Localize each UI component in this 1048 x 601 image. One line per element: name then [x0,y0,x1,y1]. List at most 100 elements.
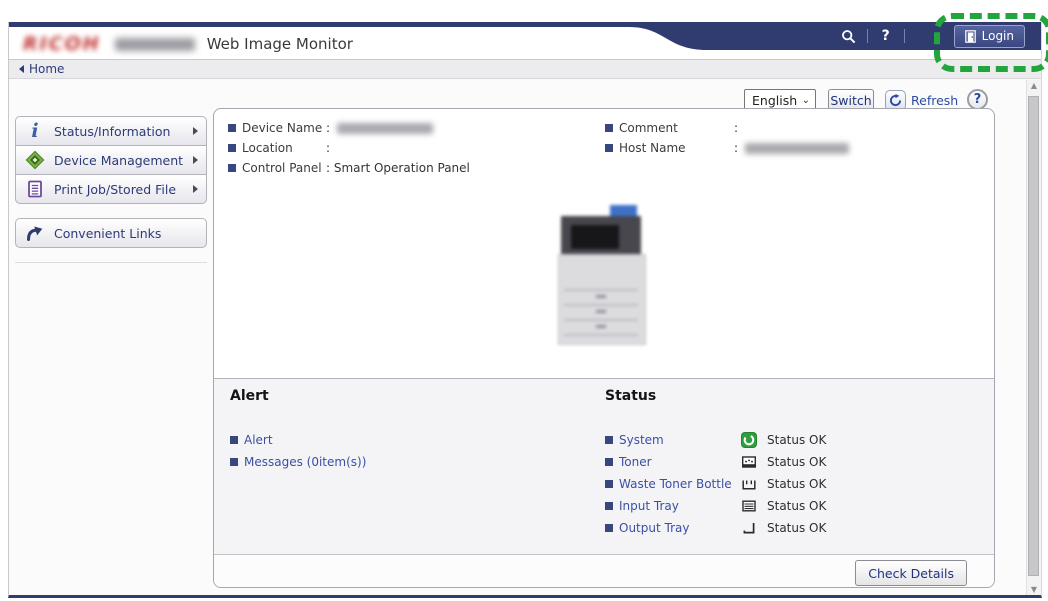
square-bullet-icon [228,144,236,152]
chevron-right-icon [193,127,198,135]
sidebar-item-device-management[interactable]: Device Management [15,145,207,175]
sidebar-menu: i Status/Information Device Management P… [15,116,207,204]
printer-photo [558,201,646,345]
sidebar-item-convenient-links[interactable]: Convenient Links [15,218,207,248]
input-tray-icon [741,498,757,514]
ricoh-logo: RICOH [23,33,101,55]
check-details-button[interactable]: Check Details [855,560,967,586]
login-button[interactable]: Login [954,25,1025,48]
location-row: Location [228,139,293,157]
toner-link[interactable]: Toner [605,453,652,471]
vertical-scrollbar[interactable]: ▲ ▼ [1026,80,1041,595]
app-frame: RICOH Web Image Monitor ? Login Home [8,22,1042,598]
square-bullet-icon [605,436,613,444]
output-tray-link[interactable]: Output Tray [605,519,689,537]
comment-row: Comment [605,119,678,137]
redacted-value-blur [337,123,433,134]
comment-label: Comment [619,121,678,135]
breadcrumb-home-link[interactable]: Home [29,62,64,76]
square-bullet-icon [605,144,613,152]
control-panel-row: Control Panel [228,159,322,177]
toner-link-label: Toner [619,455,652,469]
waste-toner-bottle-icon [741,476,757,492]
status-section-title: Status [605,388,656,404]
input-tray-link[interactable]: Input Tray [605,497,679,515]
web-image-monitor-page: RICOH Web Image Monitor ? Login Home [0,0,1048,601]
login-label: Login [982,29,1014,43]
waste-toner-bottle-link[interactable]: Waste Toner Bottle [605,475,732,493]
system-status-value: Status OK [767,432,826,448]
location-label: Location [242,141,293,155]
printer-panel [571,225,619,249]
chevron-down-icon: ⌄ [802,95,810,106]
square-bullet-icon [228,164,236,172]
square-bullet-icon [605,502,613,510]
sidebar-divider [15,262,207,263]
separator [904,29,905,43]
breadcrumb: Home [9,59,1041,79]
content-area: English ⌄ Switch Refresh ? i Status/Info… [9,79,1041,595]
messages-link[interactable]: Messages (0item(s)) [230,453,366,471]
sidebar-item-label: Status/Information [54,124,170,139]
square-bullet-icon [230,458,238,466]
location-value: : [326,139,330,157]
refresh-label: Refresh [911,93,958,108]
host-name-row: Host Name [605,139,686,157]
input-tray-status-value: Status OK [767,498,826,514]
messages-link-label: Messages (0item(s)) [244,455,366,469]
header-help-icon[interactable]: ? [877,27,895,45]
square-bullet-icon [605,480,613,488]
square-bullet-icon [605,124,613,132]
printer-tray-line [564,319,638,321]
scroll-down-arrow-icon[interactable]: ▼ [1027,585,1041,594]
app-title: Web Image Monitor [207,35,353,53]
sidebar-item-label: Print Job/Stored File [54,182,176,197]
info-icon: i [25,121,45,141]
convenient-links-icon [25,223,45,243]
input-tray-link-label: Input Tray [619,499,679,513]
printer-tray-line [564,334,638,336]
host-name-label: Host Name [619,141,686,155]
output-tray-status-value: Status OK [767,520,826,536]
square-bullet-icon [230,436,238,444]
panel-footer: Check Details [214,554,994,587]
alert-section-title: Alert [230,388,269,404]
header-swoosh-shape [629,22,769,50]
redacted-value-blur [745,143,849,154]
logo-area: RICOH Web Image Monitor [23,33,353,55]
printer-tray-line [564,289,638,291]
door-icon [965,30,976,43]
output-tray-link-label: Output Tray [619,521,689,535]
alert-link[interactable]: Alert [230,431,273,449]
scrollbar-thumb[interactable] [1028,96,1039,576]
system-link[interactable]: System [605,431,664,449]
printer-handle [596,310,606,313]
device-name-row: Device Name [228,119,322,137]
separator [867,29,868,43]
scroll-up-arrow-icon[interactable]: ▲ [1027,81,1041,90]
system-link-label: System [619,433,664,447]
control-panel-label: Control Panel [242,161,322,175]
sidebar-item-label: Device Management [54,153,183,168]
toner-status-value: Status OK [767,454,826,470]
host-name-value: : [734,139,849,157]
square-bullet-icon [605,524,613,532]
search-icon[interactable] [840,27,858,45]
page-help-icon[interactable]: ? [967,89,988,110]
sidebar-item-status-information[interactable]: i Status/Information [15,116,207,146]
output-tray-icon [741,520,757,536]
model-number-blurred [115,38,195,51]
waste-toner-status-value: Status OK [767,476,826,492]
language-selected-value: English [752,93,797,108]
waste-toner-bottle-link-label: Waste Toner Bottle [619,477,732,491]
sidebar-item-print-job-stored-file[interactable]: Print Job/Stored File [15,174,207,204]
system-ok-icon [741,432,757,448]
chevron-right-icon [193,185,198,193]
alert-status-section: Alert Status Alert Messages (0item(s)) S… [214,379,994,554]
square-bullet-icon [605,458,613,466]
back-arrow-icon [19,65,24,73]
device-management-icon [25,150,45,170]
colon: : [734,141,738,155]
printer-handle [596,295,606,298]
colon: : [326,121,330,135]
